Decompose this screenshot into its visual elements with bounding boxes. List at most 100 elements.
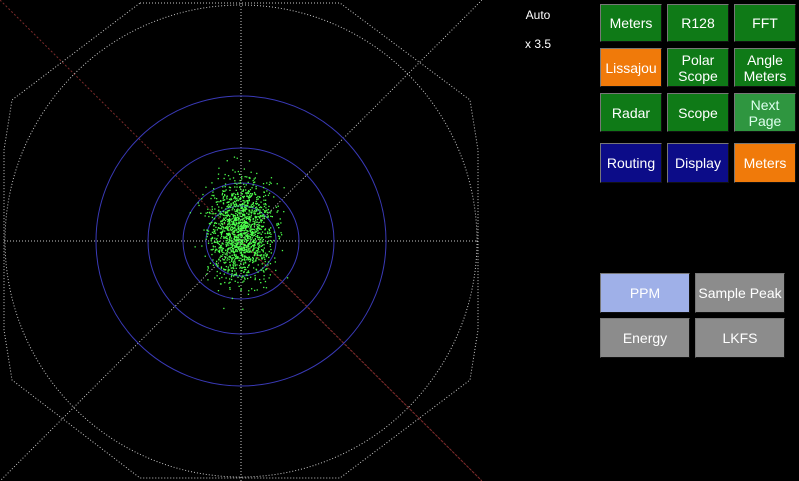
next-page-button[interactable]: Next Page [734, 93, 796, 132]
scope-point [228, 217, 231, 220]
scope-point [207, 267, 209, 269]
scope-point [269, 181, 271, 183]
scope-point [240, 266, 242, 268]
scope-point [239, 219, 242, 221]
scope-point [227, 233, 229, 235]
scope-point [253, 248, 255, 250]
scope-point [234, 242, 236, 244]
routing-button[interactable]: Routing [600, 143, 662, 183]
scope-point [262, 251, 264, 253]
scope-point [277, 210, 279, 212]
scope-point [231, 273, 233, 275]
scope-point [264, 252, 267, 254]
scope-point [222, 254, 224, 256]
lissajou-button[interactable]: Lissajou [600, 48, 662, 87]
radar-button[interactable]: Radar [600, 93, 662, 132]
scope-point [222, 214, 224, 216]
energy-button[interactable]: Energy [600, 318, 690, 358]
scope-point [251, 206, 254, 208]
scope-point [244, 206, 247, 208]
scope-point [268, 256, 270, 259]
scope-point [223, 252, 225, 254]
scope-point [216, 275, 218, 277]
scope-point [273, 231, 276, 233]
scope-point [231, 267, 233, 269]
scope-point [221, 276, 223, 279]
scope-point [257, 271, 259, 273]
scope-point [234, 270, 236, 272]
scope-point [258, 242, 260, 245]
scope-point [238, 233, 240, 236]
scope-point [254, 219, 257, 221]
scope-point [256, 172, 258, 175]
scope-point [227, 249, 229, 251]
scope-point [240, 262, 242, 264]
fft-button[interactable]: FFT [734, 4, 796, 42]
scope-point [249, 195, 251, 197]
scope-point [221, 192, 224, 194]
scope-point [237, 193, 239, 195]
scope-point [215, 241, 217, 243]
scope-point [232, 242, 234, 244]
scope-point [229, 178, 231, 180]
scope-point [239, 215, 241, 217]
scope-point [210, 222, 212, 224]
scope-point [261, 244, 264, 246]
scope-point [247, 266, 249, 268]
scope-point [257, 216, 259, 218]
scope-point [267, 261, 270, 263]
scope-point [236, 241, 238, 243]
scope-point [241, 236, 243, 239]
lkfs-button[interactable]: LKFS [695, 318, 785, 358]
scope-point [230, 202, 232, 205]
meters-button[interactable]: Meters [734, 143, 796, 183]
scope-point [237, 243, 239, 245]
scope-point [232, 264, 234, 266]
scope-point [253, 221, 256, 223]
ppm-button[interactable]: PPM [600, 273, 690, 313]
polar-scope-button[interactable]: Polar Scope [667, 48, 729, 87]
scope-point [229, 288, 231, 290]
scope-point [243, 266, 245, 268]
zoom-level-label: x 3.5 [524, 37, 551, 51]
scope-point [261, 237, 263, 239]
scope-point [268, 183, 270, 186]
scope-point [238, 219, 240, 221]
scope-point [244, 204, 246, 206]
scope-point [211, 210, 213, 212]
scope-point [241, 214, 244, 216]
scope-point [201, 198, 203, 200]
scope-point [207, 208, 209, 210]
scope-point [216, 241, 219, 243]
scope-point [242, 229, 244, 232]
sample-peak-button[interactable]: Sample Peak [695, 273, 785, 313]
scope-point [254, 239, 256, 241]
scope-button[interactable]: Scope [667, 93, 729, 132]
r128-button[interactable]: R128 [667, 4, 729, 42]
scope-point [230, 237, 233, 239]
scope-point [233, 233, 235, 236]
meters-view-button[interactable]: Meters [600, 4, 662, 42]
scope-point [245, 262, 247, 264]
scope-point [243, 252, 245, 254]
scope-point [224, 190, 226, 192]
scope-point [258, 196, 261, 198]
display-button[interactable]: Display [667, 143, 729, 183]
scope-point [250, 229, 252, 232]
scope-point [233, 217, 235, 219]
scope-point [264, 210, 266, 212]
scope-point [237, 276, 239, 278]
scope-point [255, 186, 257, 188]
scope-point [232, 230, 234, 233]
scope-point [216, 203, 218, 206]
scope-point [253, 225, 256, 227]
scope-point [231, 278, 233, 281]
scope-point [280, 232, 282, 234]
scope-point [233, 219, 236, 221]
scope-point [249, 233, 251, 236]
angle-meters-button[interactable]: Angle Meters [734, 48, 796, 87]
scope-point [217, 227, 219, 229]
scope-point [227, 229, 229, 231]
scope-point [250, 171, 252, 173]
scope-point [214, 232, 217, 234]
